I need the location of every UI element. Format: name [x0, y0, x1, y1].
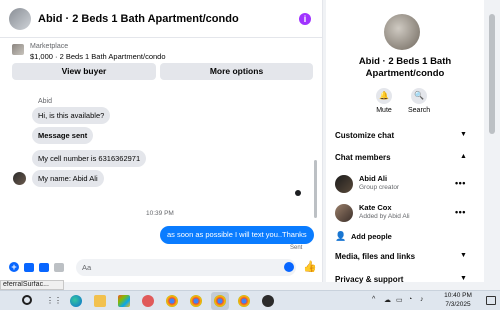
screen: Abid · 2 Beds 1 Bath Apartment/condo i M… — [0, 0, 500, 310]
typing-dot — [295, 190, 301, 196]
marketplace-label: Marketplace — [30, 43, 69, 50]
info-icon[interactable]: i — [299, 13, 311, 25]
chat-title[interactable]: Abid · 2 Beds 1 Bath Apartment/condo — [38, 13, 239, 25]
chevron-up-icon[interactable]: ▲ — [460, 153, 467, 160]
file-explorer-icon[interactable] — [94, 295, 106, 307]
listing-price[interactable]: $1,000 · 2 Beds 1 Bath Apartment/condo — [30, 52, 166, 61]
store-icon[interactable] — [118, 295, 130, 307]
chevron-up-icon[interactable]: ^ — [372, 296, 375, 303]
member-name: Kate Cox — [359, 203, 392, 212]
sender-avatar[interactable] — [13, 172, 26, 185]
chevron-down-icon[interactable]: ▼ — [460, 131, 467, 138]
more-dots-icon[interactable]: ••• — [455, 178, 466, 188]
conversation-details-panel: Abid · 2 Beds 1 Bath Apartment/condo 🔔 M… — [326, 0, 484, 284]
chat-header: Abid · 2 Beds 1 Bath Apartment/condo i — [0, 0, 323, 38]
message-input[interactable]: Aa — [76, 259, 296, 276]
conversation-avatar[interactable] — [384, 14, 420, 50]
thumbs-up-icon[interactable]: 👍 — [303, 260, 317, 273]
customize-chat-section[interactable]: Customize chat — [335, 131, 394, 140]
chat-members-section[interactable]: Chat members — [335, 153, 391, 162]
image-icon[interactable] — [24, 262, 34, 272]
system-clock[interactable]: 10:40 PM 7/3/2025 — [437, 292, 479, 309]
incoming-message[interactable]: My cell number is 6316362971 — [32, 150, 147, 167]
mute-button[interactable]: 🔔 Mute — [373, 88, 395, 114]
more-options-button[interactable]: More options — [160, 63, 313, 80]
sticker-icon[interactable] — [39, 262, 49, 272]
member-role: Group creator — [359, 184, 400, 191]
outgoing-message[interactable]: as soon as possible I will text you..Tha… — [160, 226, 314, 244]
view-buyer-button[interactable]: View buyer — [12, 63, 156, 80]
status-tooltip: eferralSurfac... — [0, 280, 64, 290]
conversation-title: Abid · 2 Beds 1 Bath Apartment/condo — [358, 56, 452, 79]
start-icon[interactable] — [22, 295, 32, 305]
clock-time: 10:40 PM — [444, 292, 472, 299]
network-icon[interactable]: ◔ — [408, 296, 412, 303]
clock-date: 7/3/2025 — [445, 300, 471, 308]
cloud-icon[interactable]: ☁ — [384, 296, 391, 304]
mute-label: Mute — [376, 107, 392, 114]
composer: + Aa 👍 — [0, 256, 323, 278]
scrollbar-thumb[interactable] — [489, 14, 495, 134]
app-icon[interactable] — [262, 295, 274, 307]
battery-icon[interactable]: ▭ — [396, 296, 403, 304]
add-person-icon: 👤 — [335, 231, 347, 241]
sent-status: Sent — [290, 245, 303, 251]
chat-avatar[interactable] — [9, 7, 31, 30]
taskbar: ⋮⋮ ^ ☁ ▭ ◔ ♪ 10:40 PM 7/3/2025 — [0, 290, 500, 310]
search-icon: 🔍 — [411, 88, 427, 104]
incoming-message[interactable]: Hi, is this available? — [32, 107, 111, 124]
emoji-icon[interactable] — [284, 262, 294, 272]
member-name: Abid Ali — [359, 174, 388, 183]
bell-icon: 🔔 — [376, 88, 392, 104]
message-list: Abid Hi, is this available? Message sent… — [0, 88, 323, 254]
privacy-support-section[interactable]: Privacy & support — [335, 275, 403, 284]
add-people-label: Add people — [351, 232, 392, 241]
chevron-down-icon[interactable]: ▼ — [460, 252, 467, 259]
details-scrollbar[interactable] — [485, 0, 500, 282]
chrome-icon[interactable] — [166, 295, 178, 307]
notification-icon[interactable] — [486, 296, 496, 305]
edge-icon[interactable] — [70, 295, 82, 307]
chat-panel: Abid · 2 Beds 1 Bath Apartment/condo i M… — [0, 0, 323, 282]
more-dots-icon[interactable]: ••• — [455, 207, 466, 217]
search-label: Search — [408, 107, 431, 114]
task-view-icon[interactable]: ⋮⋮ — [46, 295, 62, 307]
plus-icon[interactable]: + — [9, 262, 19, 272]
gif-icon[interactable] — [54, 262, 64, 272]
incoming-message[interactable]: My name: Abid Ali — [32, 170, 104, 187]
member-row[interactable]: Kate Cox Added by Abid Ali ••• — [335, 202, 475, 224]
chrome-icon[interactable] — [214, 295, 226, 307]
listing-thumbnail[interactable] — [12, 44, 24, 55]
chrome-icon[interactable] — [238, 295, 250, 307]
member-row[interactable]: Abid Ali Group creator ••• — [335, 173, 475, 195]
sender-name: Abid — [38, 98, 53, 105]
chrome-icon[interactable] — [190, 295, 202, 307]
chat-scrollbar[interactable] — [314, 160, 317, 218]
member-avatar — [335, 175, 353, 193]
search-button[interactable]: 🔍 Search — [408, 88, 430, 114]
volume-icon[interactable]: ♪ — [420, 296, 424, 303]
app-icon[interactable] — [142, 295, 154, 307]
message-timestamp: 10:39 PM — [146, 210, 174, 217]
media-files-links-section[interactable]: Media, files and links — [335, 252, 415, 261]
member-role: Added by Abid Ali — [359, 213, 410, 220]
member-avatar — [335, 204, 353, 222]
add-people-button[interactable]: 👤 Add people — [335, 231, 455, 243]
incoming-message[interactable]: Message sent — [32, 127, 94, 144]
chevron-down-icon[interactable]: ▼ — [460, 275, 467, 282]
